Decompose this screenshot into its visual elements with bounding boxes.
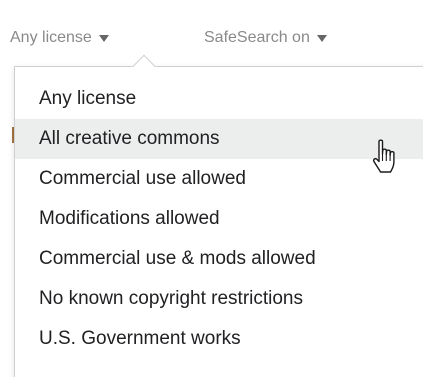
license-filter-dropdown[interactable]: Any license: [10, 26, 109, 50]
menu-item-any-license[interactable]: Any license: [15, 79, 423, 119]
menu-item-commercial-use-and-mods-allowed[interactable]: Commercial use & mods allowed: [15, 239, 423, 279]
menu-item-all-creative-commons[interactable]: All creative commons: [15, 119, 423, 159]
caret-down-icon: [316, 34, 327, 42]
safesearch-filter-label: SafeSearch on: [204, 29, 310, 46]
license-dropdown-menu: Any license All creative commons Commerc…: [14, 66, 423, 377]
menu-item-us-government-works[interactable]: U.S. Government works: [15, 319, 423, 359]
caret-down-icon: [98, 34, 109, 42]
license-filter-label: Any license: [10, 29, 92, 46]
hand-pointer-icon: [373, 139, 395, 173]
search-filter-bar: Any license SafeSearch on: [0, 0, 423, 66]
safesearch-filter-dropdown[interactable]: SafeSearch on: [204, 26, 327, 50]
menu-item-modifications-allowed[interactable]: Modifications allowed: [15, 199, 423, 239]
menu-item-commercial-use-allowed[interactable]: Commercial use allowed: [15, 159, 423, 199]
menu-item-no-known-copyright-restrictions[interactable]: No known copyright restrictions: [15, 279, 423, 319]
